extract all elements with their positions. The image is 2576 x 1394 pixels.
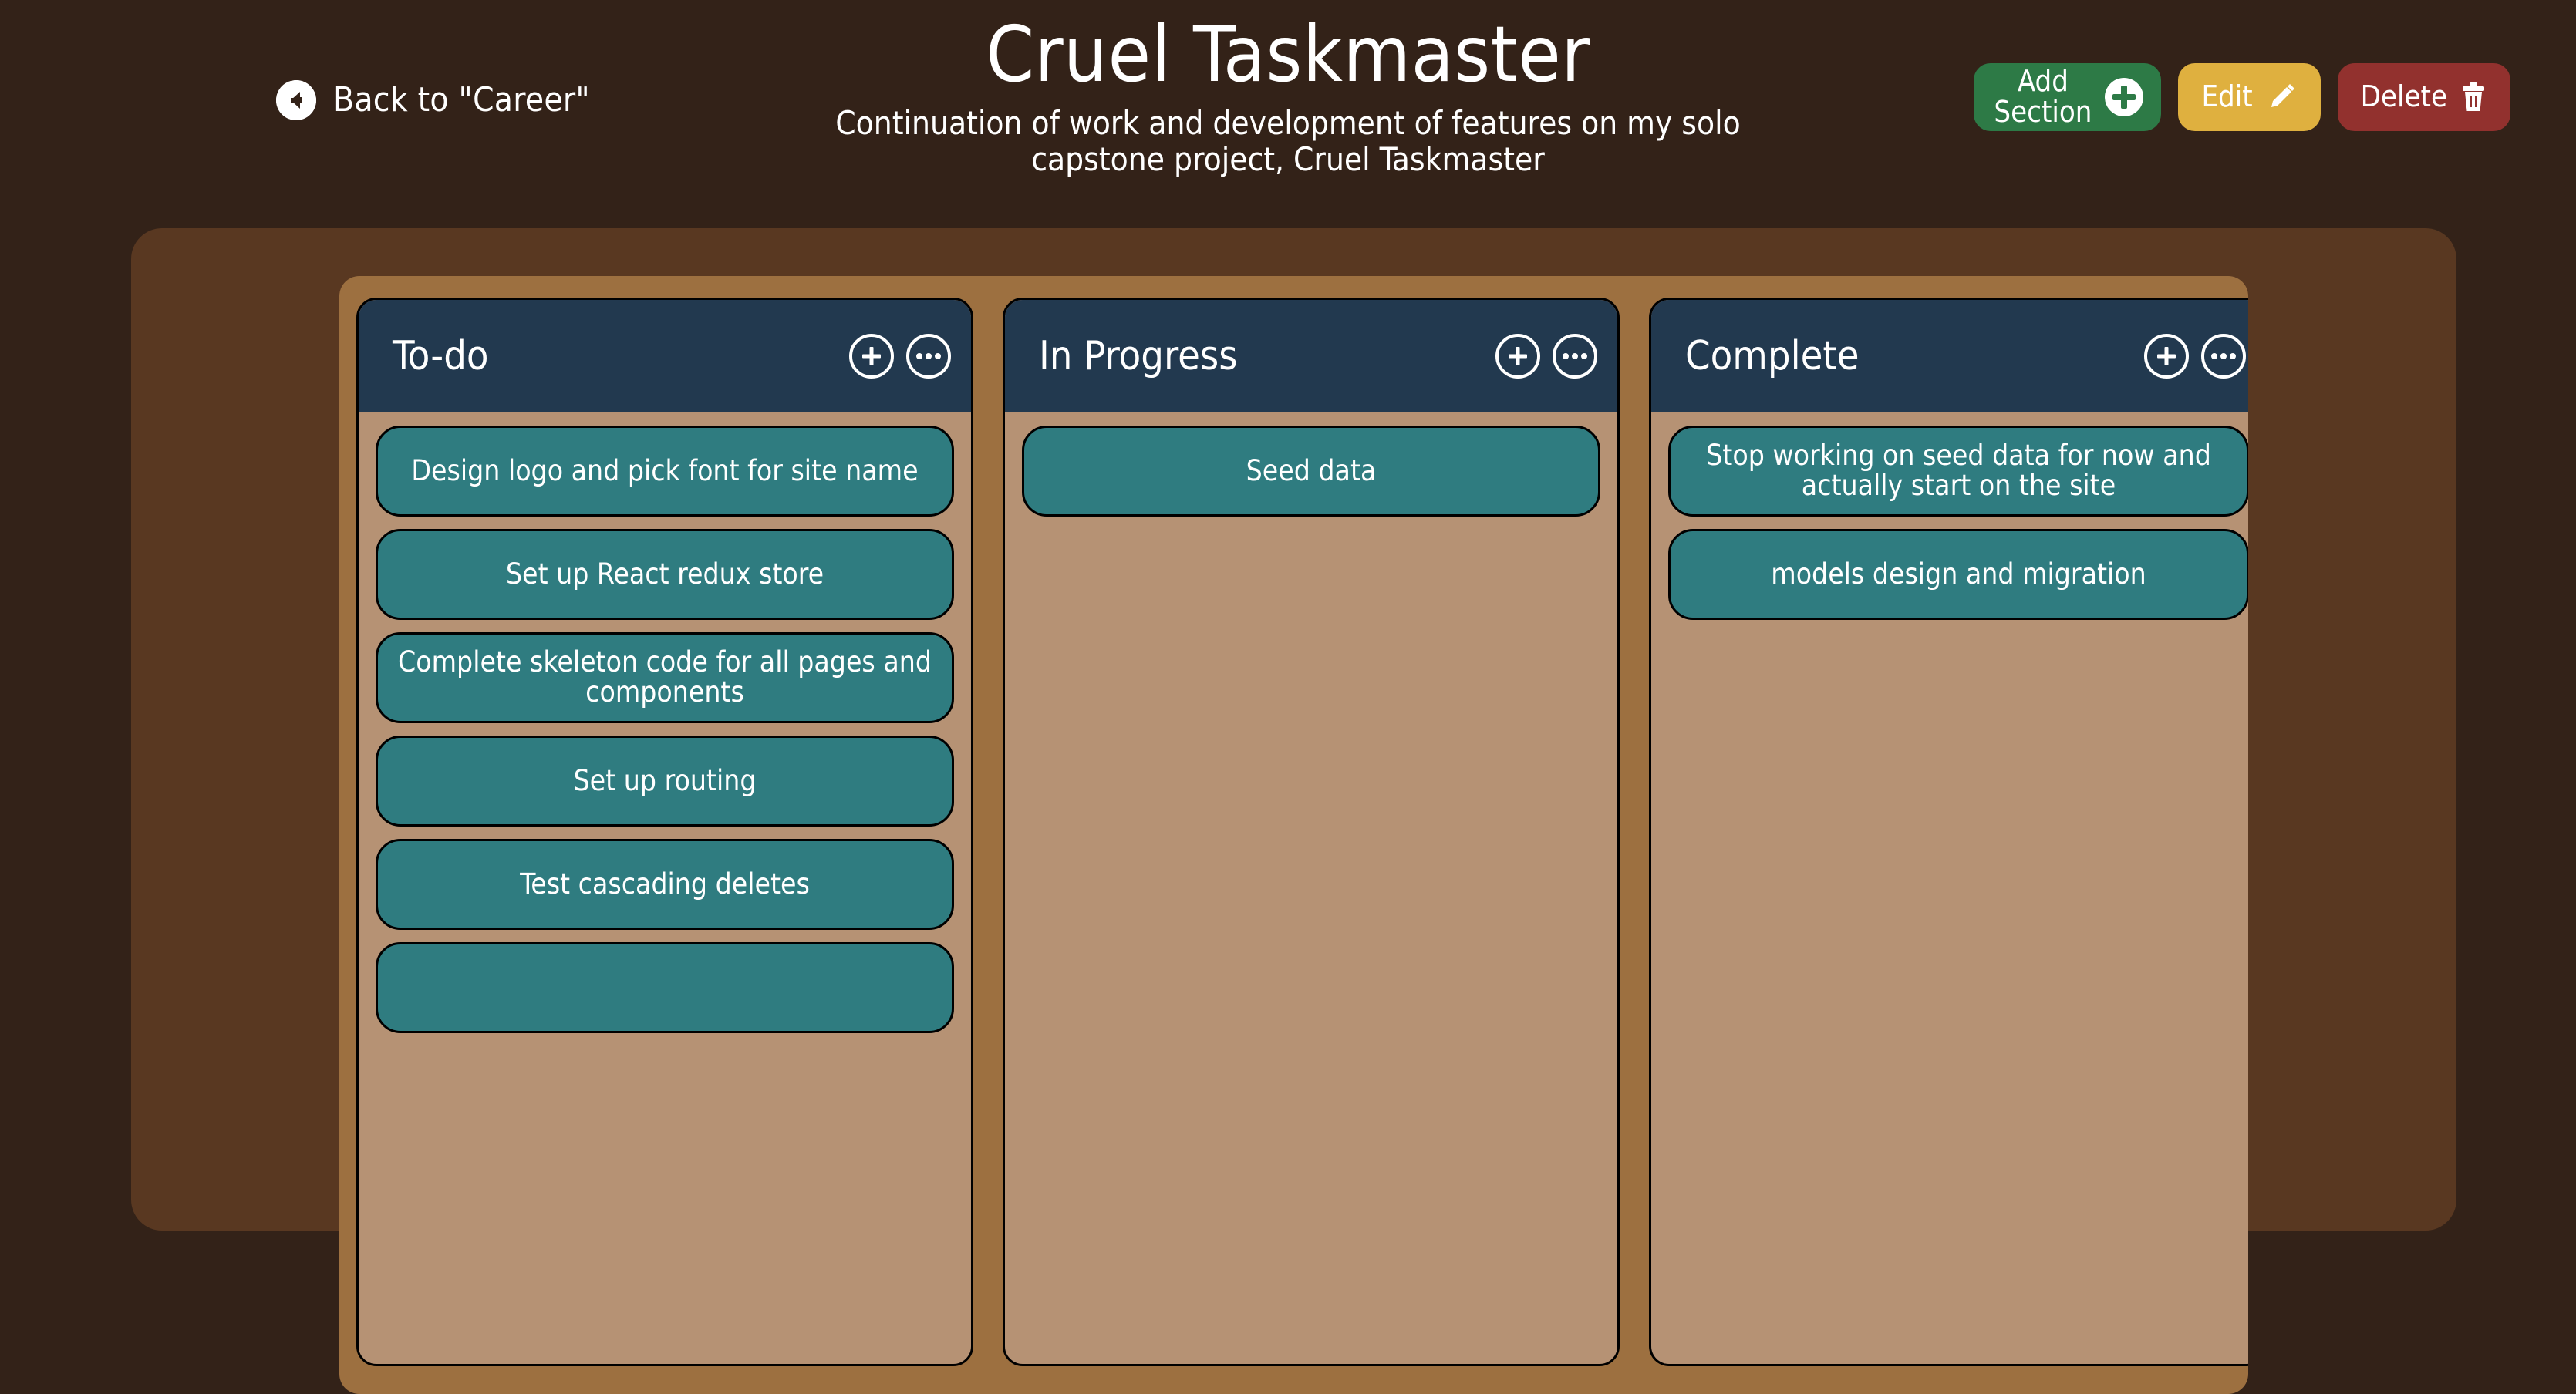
task-card-label: Complete skeleton code for all pages and… [398, 645, 932, 709]
add-section-label: Add Section [1994, 64, 2092, 129]
top-bar: Back to "Career" Cruel Taskmaster Contin… [0, 0, 2576, 210]
column-actions [2144, 333, 2246, 379]
task-card[interactable]: models design and migration [1668, 529, 2248, 620]
ellipsis-circle-icon[interactable] [1553, 333, 1597, 379]
task-card[interactable]: Stop working on seed data for now and ac… [1668, 426, 2248, 517]
task-card-label: Stop working on seed data for now and ac… [1706, 439, 2211, 502]
action-buttons: Add Section Edit Delete [1974, 63, 2510, 131]
plus-circle-icon [2104, 77, 2144, 117]
column-task-list: Seed data [1005, 412, 1617, 1364]
task-card-partial[interactable] [376, 942, 954, 1033]
back-link-label: Back to "Career" [333, 80, 590, 120]
board-column-in-progress: In Progress Seed data [1003, 298, 1620, 1366]
ellipsis-circle-icon[interactable] [2201, 333, 2246, 379]
ellipsis-circle-icon[interactable] [906, 333, 951, 379]
column-title: Complete [1685, 332, 1860, 379]
delete-button[interactable]: Delete [2337, 63, 2510, 131]
edit-button[interactable]: Edit [2178, 63, 2321, 131]
task-card[interactable]: Seed data [1022, 426, 1600, 517]
add-section-button[interactable]: Add Section [1974, 63, 2162, 131]
add-task-icon[interactable] [849, 333, 894, 379]
edit-label: Edit [2201, 79, 2253, 114]
board-column-todo: To-do Design logo and pick font for site… [356, 298, 973, 1366]
task-card-label: Seed data [1246, 453, 1377, 487]
outer-panel: To-do Design logo and pick font for site… [131, 228, 2456, 1394]
task-card[interactable]: Set up React redux store [376, 529, 954, 620]
page-subtitle: Continuation of work and development of … [835, 104, 1741, 179]
task-card[interactable]: Set up routing [376, 736, 954, 827]
task-card[interactable]: Design logo and pick font for site name [376, 426, 954, 517]
column-header: Complete [1651, 300, 2248, 412]
task-card-label: Set up routing [573, 763, 757, 797]
column-header: To-do [359, 300, 971, 412]
board-column-complete: Complete Stop working on seed data for n… [1649, 298, 2248, 1366]
pencil-icon [2265, 81, 2298, 113]
column-header: In Progress [1005, 300, 1617, 412]
title-block: Cruel Taskmaster Continuation of work an… [748, 9, 1828, 179]
column-task-list: Stop working on seed data for now and ac… [1651, 412, 2248, 1364]
column-task-list: Design logo and pick font for site name … [359, 412, 971, 1364]
board: To-do Design logo and pick font for site… [339, 276, 2248, 1394]
column-title: In Progress [1039, 332, 1238, 379]
task-card-label: Design logo and pick font for site name [411, 453, 919, 487]
add-task-icon[interactable] [2144, 333, 2189, 379]
task-card-label: models design and migration [1771, 557, 2146, 591]
task-card[interactable]: Complete skeleton code for all pages and… [376, 632, 954, 723]
task-card[interactable]: Test cascading deletes [376, 839, 954, 930]
task-card-label: Test cascading deletes [520, 867, 810, 901]
column-title: To-do [393, 332, 489, 379]
task-card-label: Set up React redux store [505, 557, 824, 591]
column-actions [849, 333, 951, 379]
add-task-icon[interactable] [1495, 333, 1540, 379]
page-title: Cruel Taskmaster [986, 9, 1590, 99]
column-actions [1495, 333, 1597, 379]
trash-icon [2460, 82, 2487, 113]
delete-label: Delete [2360, 79, 2447, 114]
back-to-career-link[interactable]: Back to "Career" [276, 80, 590, 120]
arrow-left-circle-icon [276, 80, 316, 120]
